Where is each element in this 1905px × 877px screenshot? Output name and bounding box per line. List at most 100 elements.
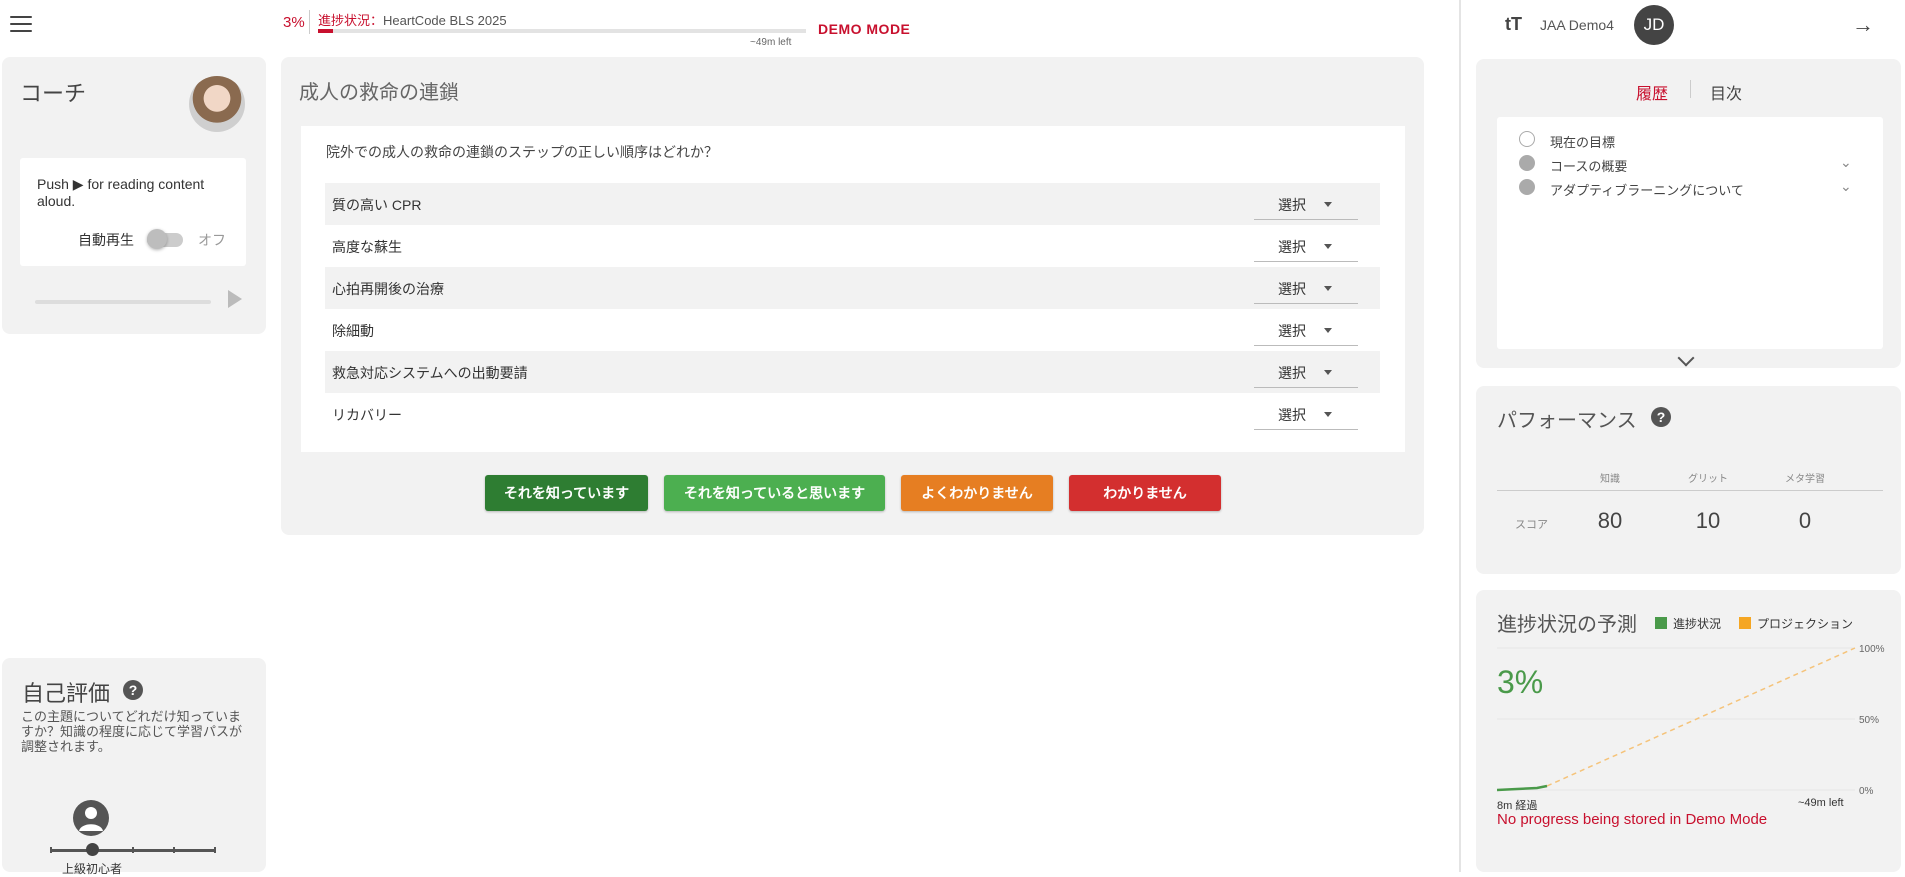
user-name: JAA Demo4 (1540, 17, 1614, 33)
performance-column-header: 知識 (1600, 474, 1620, 485)
order-select[interactable]: 選択 (1254, 357, 1358, 388)
demo-notice: No progress being stored in Demo Mode (1497, 811, 1768, 828)
question-text: 院外での成人の救命の連鎖のステップの正しい順序はどれか？ (326, 144, 718, 160)
projection-line (1546, 647, 1856, 787)
progress-bar (318, 29, 806, 33)
chevron-down-icon[interactable]: ⌄ (1840, 154, 1852, 171)
select-value: 選択 (1278, 281, 1306, 297)
self-eval-title: 自己評価 (22, 681, 111, 706)
history-item[interactable]: 現在の目標 (1550, 132, 1615, 151)
coach-title: コーチ (20, 81, 87, 106)
know-button[interactable]: それを知っています (485, 475, 648, 511)
select-value: 選択 (1278, 197, 1306, 213)
tab-divider (1690, 80, 1691, 98)
progress-label: 進捗状況：HeartCode BLS 2025 (318, 10, 507, 29)
item-label: 質の高い CPR (332, 197, 422, 213)
text-size-icon[interactable]: tT (1505, 14, 1522, 35)
list-item: 質の高い CPR 選択 (325, 183, 1380, 225)
order-select[interactable]: 選択 (1254, 273, 1358, 304)
caret-down-icon (1324, 328, 1332, 333)
history-list (1497, 117, 1883, 349)
performance-row-label: スコア (1515, 519, 1548, 531)
coach-avatar (189, 76, 245, 132)
tab-toc[interactable]: 目次 (1710, 80, 1742, 104)
right-divider (1459, 0, 1461, 872)
list-item: リカバリー 選択 (325, 393, 1380, 435)
arrow-right-icon[interactable]: → (1852, 12, 1874, 38)
self-eval-description: この主題についてどれだけ知っていますか？知識の程度に応じて学習パスが調整されます… (21, 709, 243, 754)
dont-know-button[interactable]: わかりません (1069, 475, 1221, 511)
projection-time-left: ~49m left (1798, 797, 1844, 809)
list-item: 高度な蘇生 選択 (325, 225, 1380, 267)
chevron-down-icon[interactable]: ⌄ (1840, 178, 1852, 195)
progress-percent: 3% (283, 14, 305, 31)
knowledge-level-label: 上級初心者 (62, 862, 123, 876)
legend-swatch-progress (1655, 617, 1667, 629)
performance-divider (1497, 490, 1883, 491)
status-circle-icon (1519, 155, 1535, 171)
list-item: 除細動 選択 (325, 309, 1380, 351)
history-item[interactable]: コースの概要 (1550, 156, 1627, 175)
tick-label: 0% (1859, 786, 1874, 797)
progress-divider (309, 10, 310, 34)
caret-down-icon (1324, 286, 1332, 291)
history-item[interactable]: アダプティブラーニングについて (1550, 180, 1744, 199)
tick-label: 50% (1859, 715, 1879, 726)
unsure-button[interactable]: よくわかりません (901, 475, 1053, 511)
autoplay-state: オフ (198, 232, 226, 248)
knowledge-level-slider[interactable] (50, 847, 216, 853)
select-value: 選択 (1278, 407, 1306, 423)
item-label: 除細動 (332, 323, 374, 339)
progress-bar-fill (318, 29, 333, 33)
item-label: 救急対応システムへの出動要請 (332, 365, 528, 381)
order-select[interactable]: 選択 (1254, 399, 1358, 430)
status-circle-icon (1519, 179, 1535, 195)
item-label: 高度な蘇生 (332, 239, 402, 255)
page-title: 成人の救命の連鎖 (299, 82, 459, 104)
status-circle-icon (1519, 131, 1535, 147)
grit-score: 10 (1695, 508, 1721, 533)
progress-course-name: HeartCode BLS 2025 (383, 13, 507, 28)
legend-swatch-projection (1739, 617, 1751, 629)
menu-icon[interactable] (10, 16, 32, 34)
projection-title: 進捗状況の予測 (1497, 614, 1637, 636)
help-icon[interactable]: ? (123, 680, 143, 700)
help-icon[interactable]: ? (1651, 407, 1671, 427)
order-select[interactable]: 選択 (1254, 315, 1358, 346)
list-item: 心拍再開後の治療 選択 (325, 267, 1380, 309)
caret-down-icon (1324, 244, 1332, 249)
performance-column-header: メタ学習 (1785, 474, 1825, 485)
tick-label: 100% (1859, 644, 1885, 655)
progress-label-prefix: 進捗状況： (318, 13, 384, 28)
think-know-button[interactable]: それを知っていると思います (664, 475, 885, 511)
order-select[interactable]: 選択 (1254, 231, 1358, 262)
performance-column-header: グリット (1688, 474, 1728, 485)
select-value: 選択 (1278, 239, 1306, 255)
caret-down-icon (1324, 370, 1332, 375)
tab-history[interactable]: 履歴 (1636, 80, 1668, 104)
meta-learning-score: 0 (1798, 508, 1812, 533)
order-select[interactable]: 選択 (1254, 189, 1358, 220)
item-label: 心拍再開後の治療 (332, 281, 444, 297)
list-item: 救急対応システムへの出動要請 選択 (325, 351, 1380, 393)
item-label: リカバリー (332, 407, 402, 423)
autoplay-label: 自動再生 (78, 232, 134, 248)
play-icon[interactable] (228, 290, 242, 308)
select-value: 選択 (1278, 323, 1306, 339)
read-aloud-text: Push ▶ for reading content aloud. (37, 176, 205, 209)
caret-down-icon (1324, 202, 1332, 207)
select-value: 選択 (1278, 365, 1306, 381)
knowledge-score: 80 (1597, 508, 1623, 533)
knowledge-level-knob[interactable] (86, 843, 99, 856)
legend-progress: 進捗状況 (1673, 617, 1722, 631)
caret-down-icon (1324, 412, 1332, 417)
avatar[interactable]: JD (1634, 5, 1674, 45)
audio-progress-bar[interactable] (35, 300, 211, 304)
time-left: ~49m left (750, 37, 792, 48)
performance-title: パフォーマンス (1497, 410, 1637, 432)
projection-chart: 100% 50% 0% (1497, 644, 1885, 797)
progress-line (1497, 784, 1548, 792)
legend-projection: プロジェクション (1757, 617, 1854, 631)
autoplay-toggle-knob[interactable] (147, 229, 167, 249)
person-icon (73, 800, 109, 836)
